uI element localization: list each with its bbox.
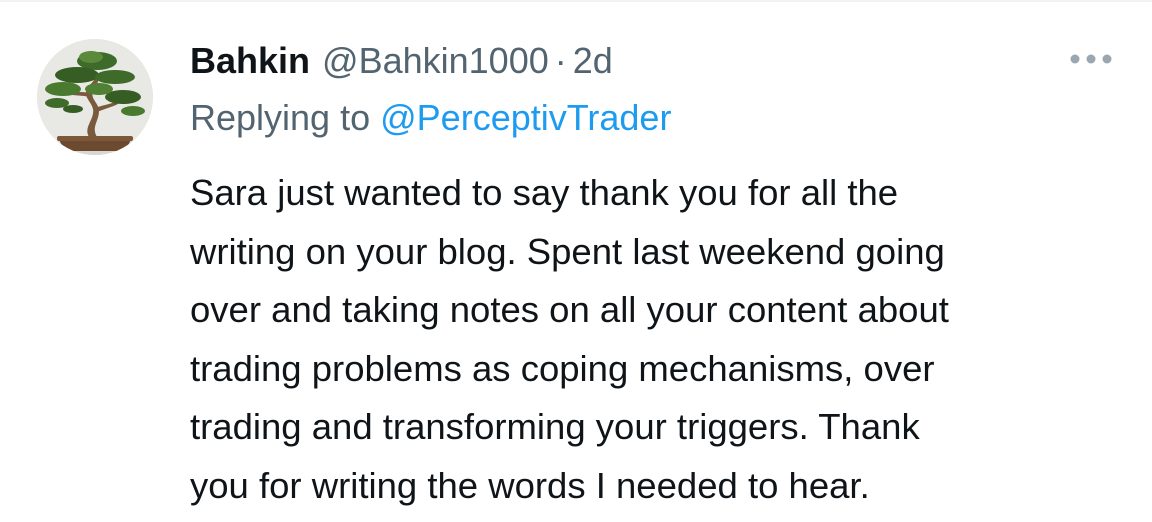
header-separator: · <box>554 40 567 81</box>
more-horizontal-icon <box>1070 54 1112 64</box>
tweet-text: Sara just wanted to say thank you for al… <box>190 172 949 506</box>
avatar[interactable] <box>37 39 153 155</box>
more-options-button[interactable] <box>1066 44 1116 74</box>
tweet-timestamp[interactable]: 2d <box>573 38 613 84</box>
bonsai-tree-icon <box>37 39 153 155</box>
tweet-header: Bahkin @Bahkin1000 · 2d <box>190 38 613 84</box>
author-display-name[interactable]: Bahkin <box>190 38 310 84</box>
replying-to-link[interactable]: @PerceptivTrader <box>380 97 671 138</box>
tweet[interactable]: Bahkin @Bahkin1000 · 2d Replying to @Per… <box>0 0 1152 522</box>
author-handle[interactable]: @Bahkin1000 <box>322 38 549 84</box>
replying-to: Replying to @PerceptivTrader <box>190 95 671 141</box>
replying-to-label: Replying to <box>190 97 371 138</box>
